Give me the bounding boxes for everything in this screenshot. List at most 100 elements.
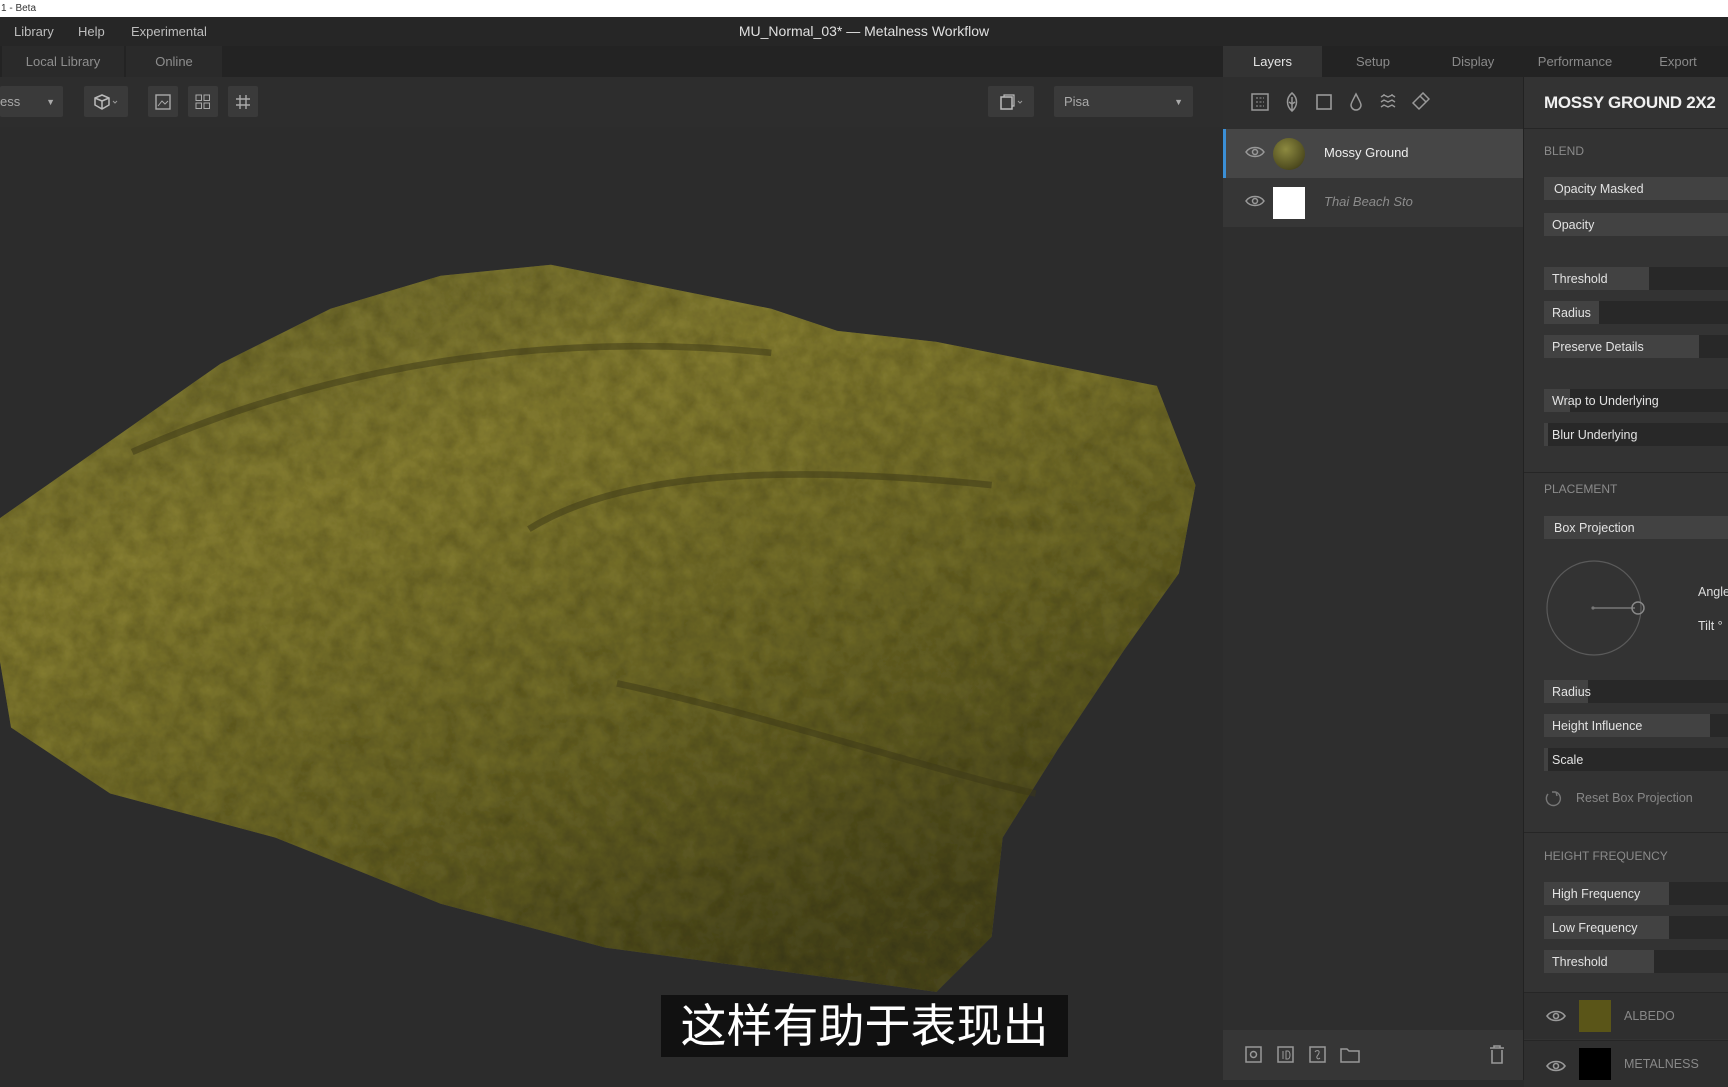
angle-label: Angle bbox=[1698, 585, 1728, 599]
script-icon[interactable] bbox=[1309, 1046, 1327, 1064]
tab-setup[interactable]: Setup bbox=[1324, 46, 1422, 77]
slider-label: High Frequency bbox=[1552, 887, 1641, 901]
environment-dropdown[interactable]: Pisa ▼ bbox=[1054, 86, 1193, 117]
slider-label: Radius bbox=[1552, 685, 1591, 699]
slider-label: Opacity bbox=[1552, 218, 1595, 232]
blend-mode-value: Opacity Masked bbox=[1554, 182, 1644, 196]
slider-scale[interactable]: Scale bbox=[1544, 748, 1728, 771]
eye-icon[interactable] bbox=[1245, 194, 1265, 208]
grid-icon bbox=[236, 94, 250, 109]
menu-bar: Library Help Experimental MU_Normal_03* … bbox=[0, 17, 1728, 46]
projection-value: Box Projection bbox=[1554, 521, 1635, 535]
slider-label: Wrap to Underlying bbox=[1552, 394, 1659, 408]
slider-label: Height Influence bbox=[1552, 719, 1643, 733]
slider-label: Radius bbox=[1552, 306, 1591, 320]
waves-icon[interactable] bbox=[1378, 92, 1398, 112]
channel-name: ALBEDO bbox=[1624, 1009, 1675, 1023]
slider-wrap-to-underlying[interactable]: Wrap to Underlying bbox=[1544, 389, 1728, 412]
os-title: 1 - Beta bbox=[1, 3, 37, 14]
albedo-thumbnail bbox=[1579, 1000, 1611, 1032]
reset-box-projection-button[interactable]: Reset Box Projection bbox=[1544, 789, 1693, 807]
blend-mode-dropdown[interactable]: Opacity Masked bbox=[1544, 177, 1728, 200]
window-title: MU_Normal_03* — Metalness Workflow bbox=[738, 23, 990, 39]
metalness-thumbnail bbox=[1579, 1048, 1611, 1080]
slider-label: Preserve Details bbox=[1552, 340, 1644, 354]
slider-label: Threshold bbox=[1552, 955, 1608, 969]
rock-shape bbox=[0, 264, 1196, 992]
grid-button[interactable] bbox=[228, 86, 258, 117]
material-title: MOSSY GROUND 2X2 bbox=[1544, 93, 1716, 112]
drop-icon[interactable] bbox=[1346, 92, 1366, 112]
layer-name: Mossy Ground bbox=[1324, 145, 1409, 160]
slider-label: Low Frequency bbox=[1552, 921, 1638, 935]
trash-icon[interactable] bbox=[1489, 1045, 1505, 1064]
view-mode-dropdown[interactable]: ess ▼ bbox=[0, 86, 63, 117]
layer-name: Thai Beach Sto bbox=[1324, 194, 1413, 209]
layer-item-mossy-ground[interactable]: Mossy Ground bbox=[1223, 129, 1523, 178]
eye-icon[interactable] bbox=[1546, 1059, 1566, 1073]
section-blend: BLEND bbox=[1544, 144, 1585, 158]
slider-preserve-details[interactable]: Preserve Details bbox=[1544, 335, 1728, 358]
caret-down-icon: ▼ bbox=[1174, 96, 1183, 107]
slider-label: Blur Underlying bbox=[1552, 428, 1638, 442]
slider-height-influence[interactable]: Height Influence bbox=[1544, 714, 1728, 737]
slider-label: Threshold bbox=[1552, 272, 1608, 286]
layers-panel: Mossy Ground Thai Beach Sto bbox=[1223, 77, 1524, 1080]
slider-fill bbox=[1544, 748, 1548, 771]
eye-icon[interactable] bbox=[1546, 1009, 1566, 1023]
eye-icon[interactable] bbox=[1245, 145, 1265, 159]
reset-label: Reset Box Projection bbox=[1576, 791, 1693, 805]
environment-value: Pisa bbox=[1064, 94, 1090, 109]
slider-radius[interactable]: Radius bbox=[1544, 301, 1728, 324]
3d-viewport[interactable] bbox=[0, 127, 1223, 1080]
folder-icon[interactable] bbox=[1340, 1047, 1360, 1063]
camera-icon bbox=[1000, 93, 1023, 110]
square-icon[interactable] bbox=[1314, 92, 1334, 112]
slider-label: Scale bbox=[1552, 753, 1584, 767]
opacity-slider[interactable]: Opacity bbox=[1544, 213, 1728, 236]
tab-export[interactable]: Export bbox=[1628, 46, 1728, 77]
cube-icon bbox=[94, 93, 118, 110]
section-placement: PLACEMENT bbox=[1544, 482, 1618, 496]
slider-high-frequency[interactable]: High Frequency bbox=[1544, 882, 1728, 905]
tab-display[interactable]: Display bbox=[1424, 46, 1522, 77]
layer-thumbnail bbox=[1273, 138, 1305, 170]
slider-low-frequency[interactable]: Low Frequency bbox=[1544, 916, 1728, 939]
reset-icon bbox=[1545, 791, 1562, 807]
quad-view-button[interactable] bbox=[188, 86, 218, 117]
leaf-icon[interactable] bbox=[1282, 92, 1302, 112]
slider-blur-underlying[interactable]: Blur Underlying bbox=[1544, 423, 1728, 446]
view-mode-value: ess bbox=[0, 94, 21, 109]
properties-panel: MOSSY GROUND 2X2 BLEND Opacity Masked Op… bbox=[1524, 77, 1728, 1087]
os-title-bar: 1 - Beta bbox=[0, 0, 1728, 17]
tab-online[interactable]: Online bbox=[126, 46, 222, 77]
tab-performance[interactable]: Performance bbox=[1524, 46, 1626, 77]
section-height-frequency: HEIGHT FREQUENCY bbox=[1544, 849, 1668, 863]
angle-dial[interactable] bbox=[1546, 559, 1646, 659]
viewport-toolbar: ess ▼ Pisa ▼ bbox=[0, 77, 1223, 127]
tilt-label: Tilt ° bbox=[1698, 619, 1723, 633]
grid-2x2-icon bbox=[195, 94, 210, 109]
cube-button[interactable] bbox=[84, 86, 128, 117]
tab-local-library[interactable]: Local Library bbox=[2, 46, 124, 77]
camera-dropdown[interactable] bbox=[988, 86, 1034, 117]
id-mask-icon[interactable] bbox=[1277, 1046, 1295, 1064]
slider-threshold[interactable]: Threshold bbox=[1544, 950, 1728, 973]
tab-layers[interactable]: Layers bbox=[1223, 46, 1322, 77]
projection-dropdown[interactable]: Box Projection bbox=[1544, 516, 1728, 539]
layers-bottom-toolbar bbox=[1223, 1030, 1523, 1080]
image-icon bbox=[155, 93, 171, 110]
brush-icon[interactable] bbox=[1410, 92, 1430, 112]
caret-down-icon: ▼ bbox=[46, 96, 55, 107]
channel-albedo[interactable]: ALBEDO bbox=[1524, 992, 1728, 1039]
add-layer-icon[interactable] bbox=[1245, 1046, 1263, 1064]
slider-fill bbox=[1544, 423, 1548, 446]
slider-threshold[interactable]: Threshold bbox=[1544, 267, 1728, 290]
layer-thumbnail bbox=[1273, 187, 1305, 219]
layer-item-thai-beach[interactable]: Thai Beach Sto bbox=[1223, 178, 1523, 227]
library-tabs: Local Library Online bbox=[0, 46, 1223, 77]
table-icon[interactable] bbox=[1250, 92, 1270, 112]
image-view-button[interactable] bbox=[148, 86, 178, 117]
channel-name: METALNESS bbox=[1624, 1057, 1699, 1071]
slider-radius[interactable]: Radius bbox=[1544, 680, 1728, 703]
